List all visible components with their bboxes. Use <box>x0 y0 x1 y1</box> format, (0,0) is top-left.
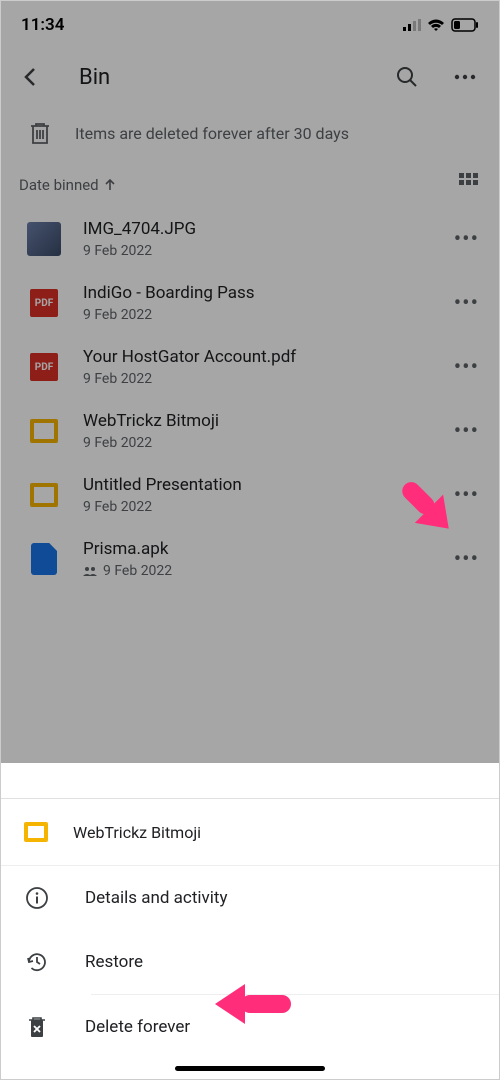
file-date: 9 Feb 2022 <box>83 307 448 323</box>
info-icon <box>26 887 48 909</box>
sort-row: Date binned <box>1 169 499 207</box>
search-icon <box>395 65 419 89</box>
status-bar: 11:34 <box>1 1 499 49</box>
file-more-button[interactable]: ••• <box>448 483 485 508</box>
more-horizontal-icon <box>454 74 476 80</box>
file-row[interactable]: PDF IndiGo - Boarding Pass 9 Feb 2022 ••… <box>1 271 499 335</box>
file-name: IMG_4704.JPG <box>83 219 448 239</box>
back-button[interactable] <box>11 57 51 97</box>
pdf-icon: PDF <box>30 289 58 317</box>
file-more-button[interactable]: ••• <box>448 547 485 572</box>
slides-icon <box>30 483 58 507</box>
file-row[interactable]: WebTrickz Bitmoji 9 Feb 2022 ••• <box>1 399 499 463</box>
action-sheet: WebTrickz Bitmoji Details and activity R… <box>1 798 499 1079</box>
pdf-icon: PDF <box>30 353 58 381</box>
sheet-action-details[interactable]: Details and activity <box>1 866 499 930</box>
file-name: WebTrickz Bitmoji <box>83 411 448 431</box>
info-banner: Items are deleted forever after 30 days <box>1 105 499 169</box>
slides-icon <box>30 419 58 443</box>
signal-icon <box>403 19 421 31</box>
file-name: IndiGo - Boarding Pass <box>83 283 448 303</box>
file-name: Prisma.apk <box>83 539 448 559</box>
sheet-header: WebTrickz Bitmoji <box>1 799 499 866</box>
file-icon <box>31 543 57 575</box>
chevron-left-icon <box>19 65 43 89</box>
file-row[interactable]: IMG_4704.JPG 9 Feb 2022 ••• <box>1 207 499 271</box>
sheet-action-restore[interactable]: Restore <box>1 930 499 994</box>
file-list: IMG_4704.JPG 9 Feb 2022 ••• PDF IndiGo -… <box>1 207 499 591</box>
arrow-up-icon <box>103 178 117 192</box>
sheet-title: WebTrickz Bitmoji <box>73 823 201 842</box>
action-label: Details and activity <box>85 888 228 908</box>
file-date: 9 Feb 2022 <box>83 563 448 579</box>
action-label: Delete forever <box>85 1017 190 1037</box>
file-more-button[interactable]: ••• <box>448 291 485 316</box>
file-more-button[interactable]: ••• <box>448 355 485 380</box>
search-button[interactable] <box>387 57 427 97</box>
sort-button[interactable]: Date binned <box>19 176 117 194</box>
image-thumbnail-icon <box>27 222 61 256</box>
file-date: 9 Feb 2022 <box>83 243 448 259</box>
sheet-action-delete[interactable]: Delete forever <box>1 995 499 1059</box>
file-row[interactable]: PDF Your HostGator Account.pdf 9 Feb 202… <box>1 335 499 399</box>
action-label: Restore <box>85 952 143 972</box>
app-bar: Bin <box>1 49 499 105</box>
file-date: 9 Feb 2022 <box>83 499 448 515</box>
page-title: Bin <box>79 65 369 90</box>
file-date: 9 Feb 2022 <box>83 371 448 387</box>
banner-text: Items are deleted forever after 30 days <box>75 124 349 143</box>
status-icons <box>403 18 479 32</box>
file-name: Untitled Presentation <box>83 475 448 495</box>
sort-label: Date binned <box>19 176 99 194</box>
trash-icon <box>29 121 51 145</box>
status-time: 11:34 <box>21 15 64 35</box>
delete-forever-icon <box>27 1016 47 1038</box>
battery-icon <box>451 18 479 32</box>
file-more-button[interactable]: ••• <box>448 227 485 252</box>
view-toggle-button[interactable] <box>459 173 479 197</box>
grid-icon <box>459 173 479 193</box>
shared-icon <box>83 566 97 576</box>
file-name: Your HostGator Account.pdf <box>83 347 448 367</box>
file-more-button[interactable]: ••• <box>448 419 485 444</box>
file-date: 9 Feb 2022 <box>83 435 448 451</box>
home-indicator[interactable] <box>175 1066 325 1071</box>
overflow-button[interactable] <box>445 57 485 97</box>
restore-icon <box>26 951 48 973</box>
file-row[interactable]: Untitled Presentation 9 Feb 2022 ••• <box>1 463 499 527</box>
wifi-icon <box>427 18 445 32</box>
slides-icon <box>24 822 48 842</box>
file-row[interactable]: Prisma.apk 9 Feb 2022 ••• <box>1 527 499 591</box>
